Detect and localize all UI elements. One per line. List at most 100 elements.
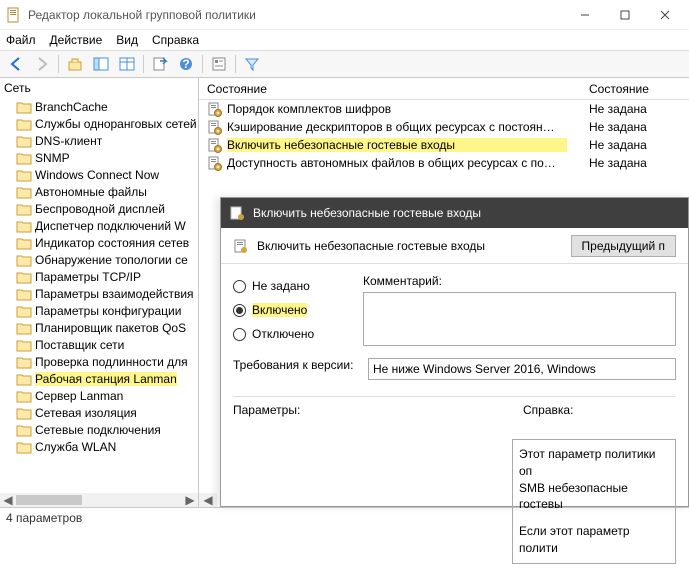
radio-enabled[interactable]: Включено: [233, 298, 343, 322]
show-hide-tree-button[interactable]: [89, 53, 113, 75]
list-row[interactable]: Доступность автономных файлов в общих ре…: [199, 154, 689, 172]
menu-help[interactable]: Справка: [152, 33, 199, 47]
previous-setting-button[interactable]: Предыдущий п: [571, 235, 676, 257]
scroll-left-arrow-icon[interactable]: ◀: [0, 493, 16, 507]
tree-node[interactable]: Параметры взаимодействия: [4, 285, 198, 302]
tree-node[interactable]: Сетевые подключения: [4, 421, 198, 438]
menu-view[interactable]: Вид: [116, 33, 138, 47]
export-button[interactable]: [148, 53, 172, 75]
tree-node-label: Сервер Lanman: [35, 389, 123, 403]
folder-icon: [16, 338, 32, 352]
setting-state: Не задана: [589, 138, 689, 152]
menu-bar: Файл Действие Вид Справка: [0, 30, 689, 50]
tree-node[interactable]: Параметры конфигурации: [4, 302, 198, 319]
folder-icon: [16, 236, 32, 250]
help-button[interactable]: ?: [174, 53, 198, 75]
tree-node-label: Диспетчер подключений W: [35, 219, 186, 233]
scroll-thumb[interactable]: [16, 495, 82, 505]
tree-horizontal-scrollbar[interactable]: ◀ ▶: [0, 493, 198, 507]
tree-node-label: Службы одноранговых сетей: [35, 117, 197, 131]
folder-icon: [16, 117, 32, 131]
tree-node[interactable]: Сервер Lanman: [4, 387, 198, 404]
radio-disabled[interactable]: Отключено: [233, 322, 343, 346]
tree-node[interactable]: Служба WLAN: [4, 438, 198, 455]
tree-node-label: Индикатор состояния сетев: [35, 236, 189, 250]
tree-node-label: Поставщик сети: [35, 338, 124, 352]
tree-node-label: Планировщик пакетов QoS: [35, 321, 186, 335]
back-button[interactable]: [4, 53, 28, 75]
tree-node[interactable]: Сетевая изоляция: [4, 404, 198, 421]
list-view-button[interactable]: [115, 53, 139, 75]
close-button[interactable]: [645, 1, 685, 29]
minimize-button[interactable]: [565, 1, 605, 29]
tree-node-label: Проверка подлинности для: [35, 355, 188, 369]
tree-node[interactable]: Беспроводной дисплей: [4, 200, 198, 217]
tree-node-label: Сетевые подключения: [35, 423, 161, 437]
folder-icon: [16, 168, 32, 182]
tree-node-label: Беспроводной дисплей: [35, 202, 165, 216]
properties-button[interactable]: [207, 53, 231, 75]
dialog-subtitle-bar: Включить небезопасные гостевые входы Пре…: [221, 228, 688, 264]
toolbar-separator: [58, 55, 59, 73]
tree-node-label: DNS-клиент: [35, 134, 102, 148]
tree-node[interactable]: Индикатор состояния сетев: [4, 234, 198, 251]
radio-label: Включено: [252, 303, 307, 317]
list-row[interactable]: Включить небезопасные гостевые входыНе з…: [199, 136, 689, 154]
setting-state: Не задана: [589, 156, 689, 170]
menu-action[interactable]: Действие: [50, 33, 103, 47]
list-row[interactable]: Порядок комплектов шифровНе задана: [199, 100, 689, 118]
help-line: SMB небезопасные гостевы: [519, 480, 669, 514]
scroll-right-arrow-icon[interactable]: ▶: [182, 493, 198, 507]
tree-root-label[interactable]: Сеть: [4, 80, 198, 98]
help-line: Если этот параметр полити: [519, 523, 669, 557]
window-title: Редактор локальной групповой политики: [28, 8, 565, 22]
folder-icon: [16, 304, 32, 318]
forward-button[interactable]: [30, 53, 54, 75]
requirements-value: Не ниже Windows Server 2016, Windows: [368, 358, 676, 380]
column-header-state2[interactable]: Состояние: [589, 82, 689, 96]
tree-node[interactable]: BranchCache: [4, 98, 198, 115]
tree-node[interactable]: Обнаружение топологии се: [4, 251, 198, 268]
tree-node[interactable]: Параметры TCP/IP: [4, 268, 198, 285]
filter-button[interactable]: [240, 53, 264, 75]
radio-icon: [233, 280, 246, 293]
setting-state: Не задана: [589, 102, 689, 116]
help-label: Справка:: [523, 403, 573, 417]
tree-node[interactable]: SNMP: [4, 149, 198, 166]
tree-node[interactable]: Рабочая станция Lanman: [4, 370, 198, 387]
tree-node-label: Параметры взаимодействия: [35, 287, 194, 301]
setting-icon: [207, 137, 223, 153]
tree-node[interactable]: DNS-клиент: [4, 132, 198, 149]
list-row[interactable]: Кэширование дескрипторов в общих ресурса…: [199, 118, 689, 136]
toolbar: ?: [0, 50, 689, 78]
toolbar-separator: [235, 55, 236, 73]
radio-icon: [233, 328, 246, 341]
folder-icon: [16, 270, 32, 284]
column-header-state[interactable]: Состояние: [199, 82, 549, 96]
tree-node-label: SNMP: [35, 151, 70, 165]
tree-node[interactable]: Службы одноранговых сетей: [4, 115, 198, 132]
toolbar-separator: [143, 55, 144, 73]
tree-node[interactable]: Проверка подлинности для: [4, 353, 198, 370]
dialog-titlebar: Включить небезопасные гостевые входы: [221, 198, 688, 228]
folder-icon: [16, 219, 32, 233]
policy-icon: [233, 238, 249, 254]
comment-textbox[interactable]: [363, 292, 676, 346]
maximize-button[interactable]: [605, 1, 645, 29]
tree-node[interactable]: Автономные файлы: [4, 183, 198, 200]
folder-icon: [16, 185, 32, 199]
tree-node[interactable]: Windows Connect Now: [4, 166, 198, 183]
up-button[interactable]: [63, 53, 87, 75]
list-scroll-left-icon[interactable]: ◀: [199, 493, 217, 507]
tree-node-label: Параметры конфигурации: [35, 304, 181, 318]
radio-not-configured[interactable]: Не задано: [233, 274, 343, 298]
tree-node-label: BranchCache: [35, 100, 108, 114]
menu-file[interactable]: Файл: [6, 33, 36, 47]
tree-node[interactable]: Поставщик сети: [4, 336, 198, 353]
tree-node[interactable]: Планировщик пакетов QoS: [4, 319, 198, 336]
tree-node[interactable]: Диспетчер подключений W: [4, 217, 198, 234]
folder-icon: [16, 372, 32, 386]
tree-node-label: Автономные файлы: [35, 185, 147, 199]
setting-icon: [207, 155, 223, 171]
folder-icon: [16, 389, 32, 403]
